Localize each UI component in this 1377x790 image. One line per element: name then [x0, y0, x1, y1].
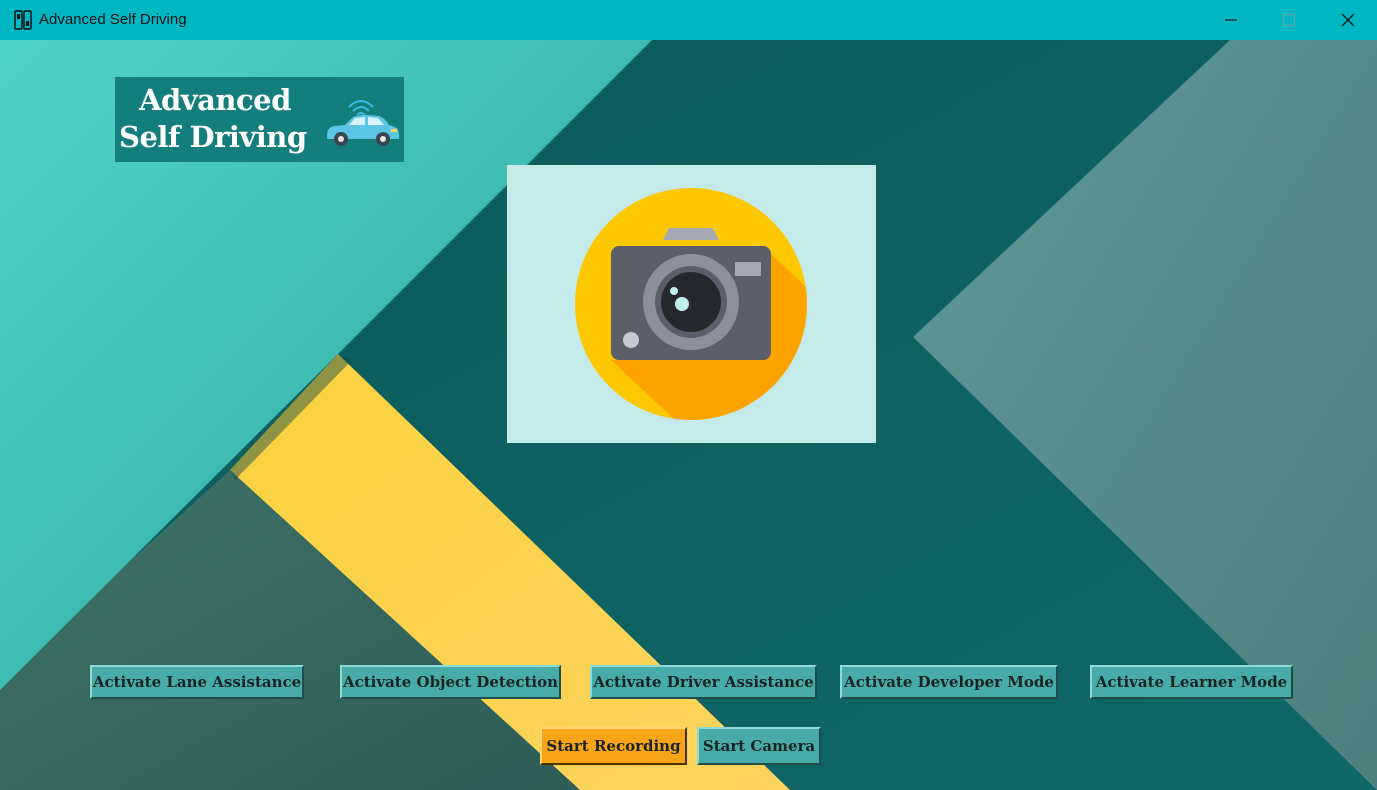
logo-title-line1: Advanced [139, 83, 291, 117]
maximize-icon [1282, 13, 1296, 27]
close-icon [1341, 13, 1355, 27]
app-icon [14, 10, 32, 30]
app-window: Advanced Self Driving Advanced Self Driv… [0, 0, 1377, 790]
activate-object-detection-button[interactable]: Activate Object Detection [340, 665, 561, 699]
activate-lane-assistance-button[interactable]: Activate Lane Assistance [90, 665, 304, 699]
start-recording-button[interactable]: Start Recording [540, 727, 687, 765]
maximize-button[interactable] [1260, 0, 1318, 40]
start-camera-button[interactable]: Start Camera [697, 727, 821, 765]
camera-icon [575, 188, 807, 420]
camera-preview-panel [507, 165, 876, 443]
activate-developer-mode-button[interactable]: Activate Developer Mode [840, 665, 1058, 699]
logo-title-line2: Self Driving [119, 120, 307, 154]
activate-driver-assistance-button[interactable]: Activate Driver Assistance [590, 665, 817, 699]
close-button[interactable] [1319, 0, 1377, 40]
window-title: Advanced Self Driving [39, 11, 187, 28]
connected-car-icon [327, 100, 399, 146]
main-content: Advanced Self Driving Activate Lane Assi… [0, 40, 1377, 790]
activate-learner-mode-button[interactable]: Activate Learner Mode [1090, 665, 1293, 699]
minimize-icon [1225, 19, 1237, 21]
title-bar[interactable]: Advanced Self Driving [0, 0, 1377, 40]
minimize-button[interactable] [1202, 0, 1260, 40]
app-logo: Advanced Self Driving [115, 77, 404, 162]
